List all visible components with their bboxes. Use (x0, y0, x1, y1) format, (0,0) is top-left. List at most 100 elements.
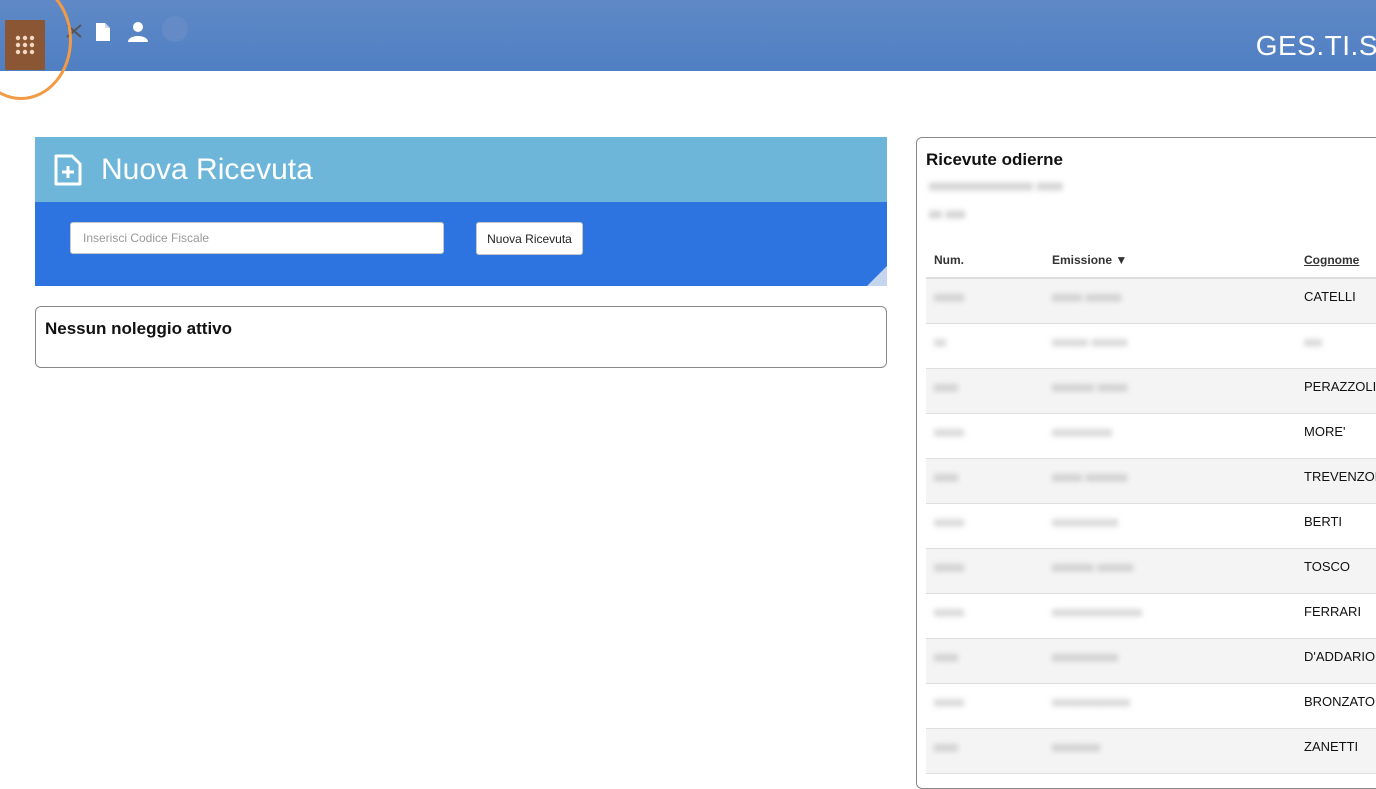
cell-emissione: xxxxxx xxxxxx (1052, 323, 1304, 369)
table-header-row: Num. Emissione ▼ Cognome (926, 242, 1376, 279)
rentals-panel: Nessun noleggio attivo (35, 306, 887, 368)
cell-emissione: xxxxxxxxxx (1052, 413, 1304, 459)
column-header-cognome[interactable]: Cognome (1304, 242, 1376, 279)
cell-emissione: xxxxxxxxxxx (1052, 503, 1304, 549)
cell-num: xxxxx (926, 593, 1052, 639)
new-receipt-form: Nuova Ricevuta (35, 202, 887, 286)
cell-emissione-value: xxxxxxx xxxxx (1052, 379, 1128, 394)
cell-num: xxxx (926, 638, 1052, 684)
new-receipt-button[interactable]: Nuova Ricevuta (476, 222, 583, 255)
column-header-emissione[interactable]: Emissione ▼ (1052, 242, 1304, 279)
cell-cognome-value: D'ADDARIO (1304, 648, 1376, 664)
cognome-sort-link[interactable]: Cognome (1304, 253, 1359, 267)
cell-num-value: xxxx (934, 469, 958, 484)
cell-emissione: xxxxxxxxxxx (1052, 638, 1304, 684)
cell-num-value: xxxx (934, 739, 958, 754)
cell-cognome: D'ADDARIO (1304, 638, 1376, 684)
circle-icon[interactable] (160, 14, 190, 44)
cell-cognome-value: xxx (1304, 334, 1322, 349)
cell-num-value: xxxx (934, 649, 958, 664)
app-title: GES.TI.S (1255, 30, 1376, 61)
column-header-num[interactable]: Num. (926, 242, 1052, 279)
table-row[interactable]: xxxxx xxxxxxxxxxx BERTI (926, 503, 1376, 549)
cell-num: xxxxx (926, 413, 1052, 459)
table-row[interactable]: xxxxx xxxxx xxxxxx CATELLI (926, 278, 1376, 324)
cell-emissione-value: xxxxx xxxxxx (1052, 290, 1122, 304)
cell-num: xxxx (926, 458, 1052, 504)
cell-num: xxxx (926, 368, 1052, 414)
cell-emissione-value: xxxxxxxxxxx (1052, 649, 1118, 664)
add-document-icon (54, 154, 82, 185)
cell-num: xxxx (926, 728, 1052, 774)
table-row[interactable]: xxxxx xxxxxxxxxxxxx BRONZATO (926, 683, 1376, 729)
cell-cognome-value: PERAZZOLI (1304, 378, 1376, 394)
new-receipt-header: Nuova Ricevuta (35, 137, 887, 202)
receipts-table: Num. Emissione ▼ Cognome xxxxx xxxxx xxxx… (926, 242, 1376, 774)
table-row[interactable]: xxxx xxxxxxxxxxx D'ADDARIO (926, 638, 1376, 684)
cell-emissione: xxxxx xxxxxx (1052, 278, 1304, 324)
document-icon[interactable] (95, 22, 111, 42)
table-row[interactable]: xx xxxxxx xxxxxx xxx (926, 323, 1376, 369)
cell-num: xx (926, 323, 1052, 369)
cell-cognome-value: BERTI (1304, 513, 1343, 529)
cell-cognome: BERTI (1304, 503, 1376, 549)
cell-cognome: FERRARI (1304, 593, 1376, 639)
table-row[interactable]: xxxxx xxxxxxxxxxxxxxx FERRARI (926, 593, 1376, 639)
cell-cognome-value: BRONZATO (1304, 693, 1376, 709)
cell-num-value: xxxxx (934, 694, 964, 709)
apps-grid-icon (15, 35, 35, 55)
cell-num: xxxxx (926, 278, 1052, 324)
cell-emissione-value: xxxxxxxxxxxxxxx (1052, 604, 1142, 619)
cell-emissione: xxxxxxxx (1052, 728, 1304, 774)
new-receipt-panel: Nuova Ricevuta Nuova Ricevuta (35, 137, 887, 286)
cell-num: xxxxx (926, 548, 1052, 594)
cell-num-value: xxxx (934, 379, 958, 394)
cell-cognome: PERAZZOLI (1304, 368, 1376, 414)
rentals-title: Nessun noleggio attivo (45, 319, 233, 338)
cell-cognome: TREVENZOLI (1304, 458, 1376, 504)
new-receipt-title: Nuova Ricevuta (101, 152, 313, 186)
cell-num-value: xxxxx (934, 604, 964, 619)
cell-emissione-value: xxxxxx xxxxxx (1052, 334, 1128, 349)
cell-cognome-value: CATELLI (1304, 289, 1356, 304)
cell-num-value: xx (934, 334, 946, 349)
receipts-panel: Ricevute odierne xxxxxxxxxxxxxxxx xxxx x… (916, 137, 1376, 789)
cell-cognome: CATELLI (1304, 278, 1376, 324)
codice-fiscale-input[interactable] (70, 222, 444, 254)
table-row[interactable]: xxxx xxxxxxx xxxxx PERAZZOLI (926, 368, 1376, 414)
table-row[interactable]: xxxxx xxxxxxx xxxxxx TOSCO (926, 548, 1376, 594)
top-bar: GES.TI.S (0, 0, 1376, 71)
cell-emissione: xxxxxxx xxxxxx (1052, 548, 1304, 594)
cell-emissione: xxxxx xxxxxxx (1052, 458, 1304, 504)
apps-menu-button[interactable] (5, 20, 45, 70)
cell-emissione: xxxxxxxxxxxxxxx (1052, 593, 1304, 639)
cell-cognome-value: ZANETTI (1304, 738, 1359, 754)
cell-emissione-value: xxxxxxxxxxx (1052, 514, 1118, 529)
cell-cognome-value: MORE' (1304, 423, 1346, 439)
receipts-title: Ricevute odierne (926, 150, 1063, 169)
cell-emissione-value: xxxxxxx xxxxxx (1052, 559, 1134, 574)
cell-cognome: xxx (1304, 323, 1376, 369)
receipts-subtitle: xxxxxxxxxxxxxxxx xxxx (929, 178, 1063, 193)
cell-cognome-value: TOSCO (1304, 558, 1350, 574)
user-icon[interactable] (127, 21, 149, 42)
table-row[interactable]: xxxxx xxxxxxxxxx MORE' (926, 413, 1376, 459)
receipts-table-body: xxxxx xxxxx xxxxxx CATELLI xx xxxxxx xxxxxx x… (926, 278, 1376, 774)
cell-num: xxxxx (926, 683, 1052, 729)
cell-num-value: xxxxx (934, 424, 964, 439)
receipts-subtitle-secondary: xx xxx (929, 206, 966, 221)
cell-num-value: xxxxx (934, 514, 964, 529)
table-row[interactable]: xxxx xxxxx xxxxxxx TREVENZOLI (926, 458, 1376, 504)
cell-emissione-value: xxxxxxxx (1052, 739, 1100, 754)
table-row[interactable]: xxxx xxxxxxxx ZANETTI (926, 728, 1376, 774)
cell-emissione: xxxxxxx xxxxx (1052, 368, 1304, 414)
cell-num-value: xxxxx (934, 559, 964, 574)
cell-cognome-value: TREVENZOLI (1304, 468, 1376, 484)
cell-emissione-value: xxxxx xxxxxxx (1052, 469, 1128, 484)
mail-icon[interactable] (66, 24, 82, 38)
cell-emissione: xxxxxxxxxxxxx (1052, 683, 1304, 729)
cell-num-value: xxxxx (934, 290, 964, 304)
cell-num: xxxxx (926, 503, 1052, 549)
resize-corner-icon[interactable] (867, 266, 887, 286)
cell-emissione-value: xxxxxxxxxx (1052, 424, 1112, 439)
